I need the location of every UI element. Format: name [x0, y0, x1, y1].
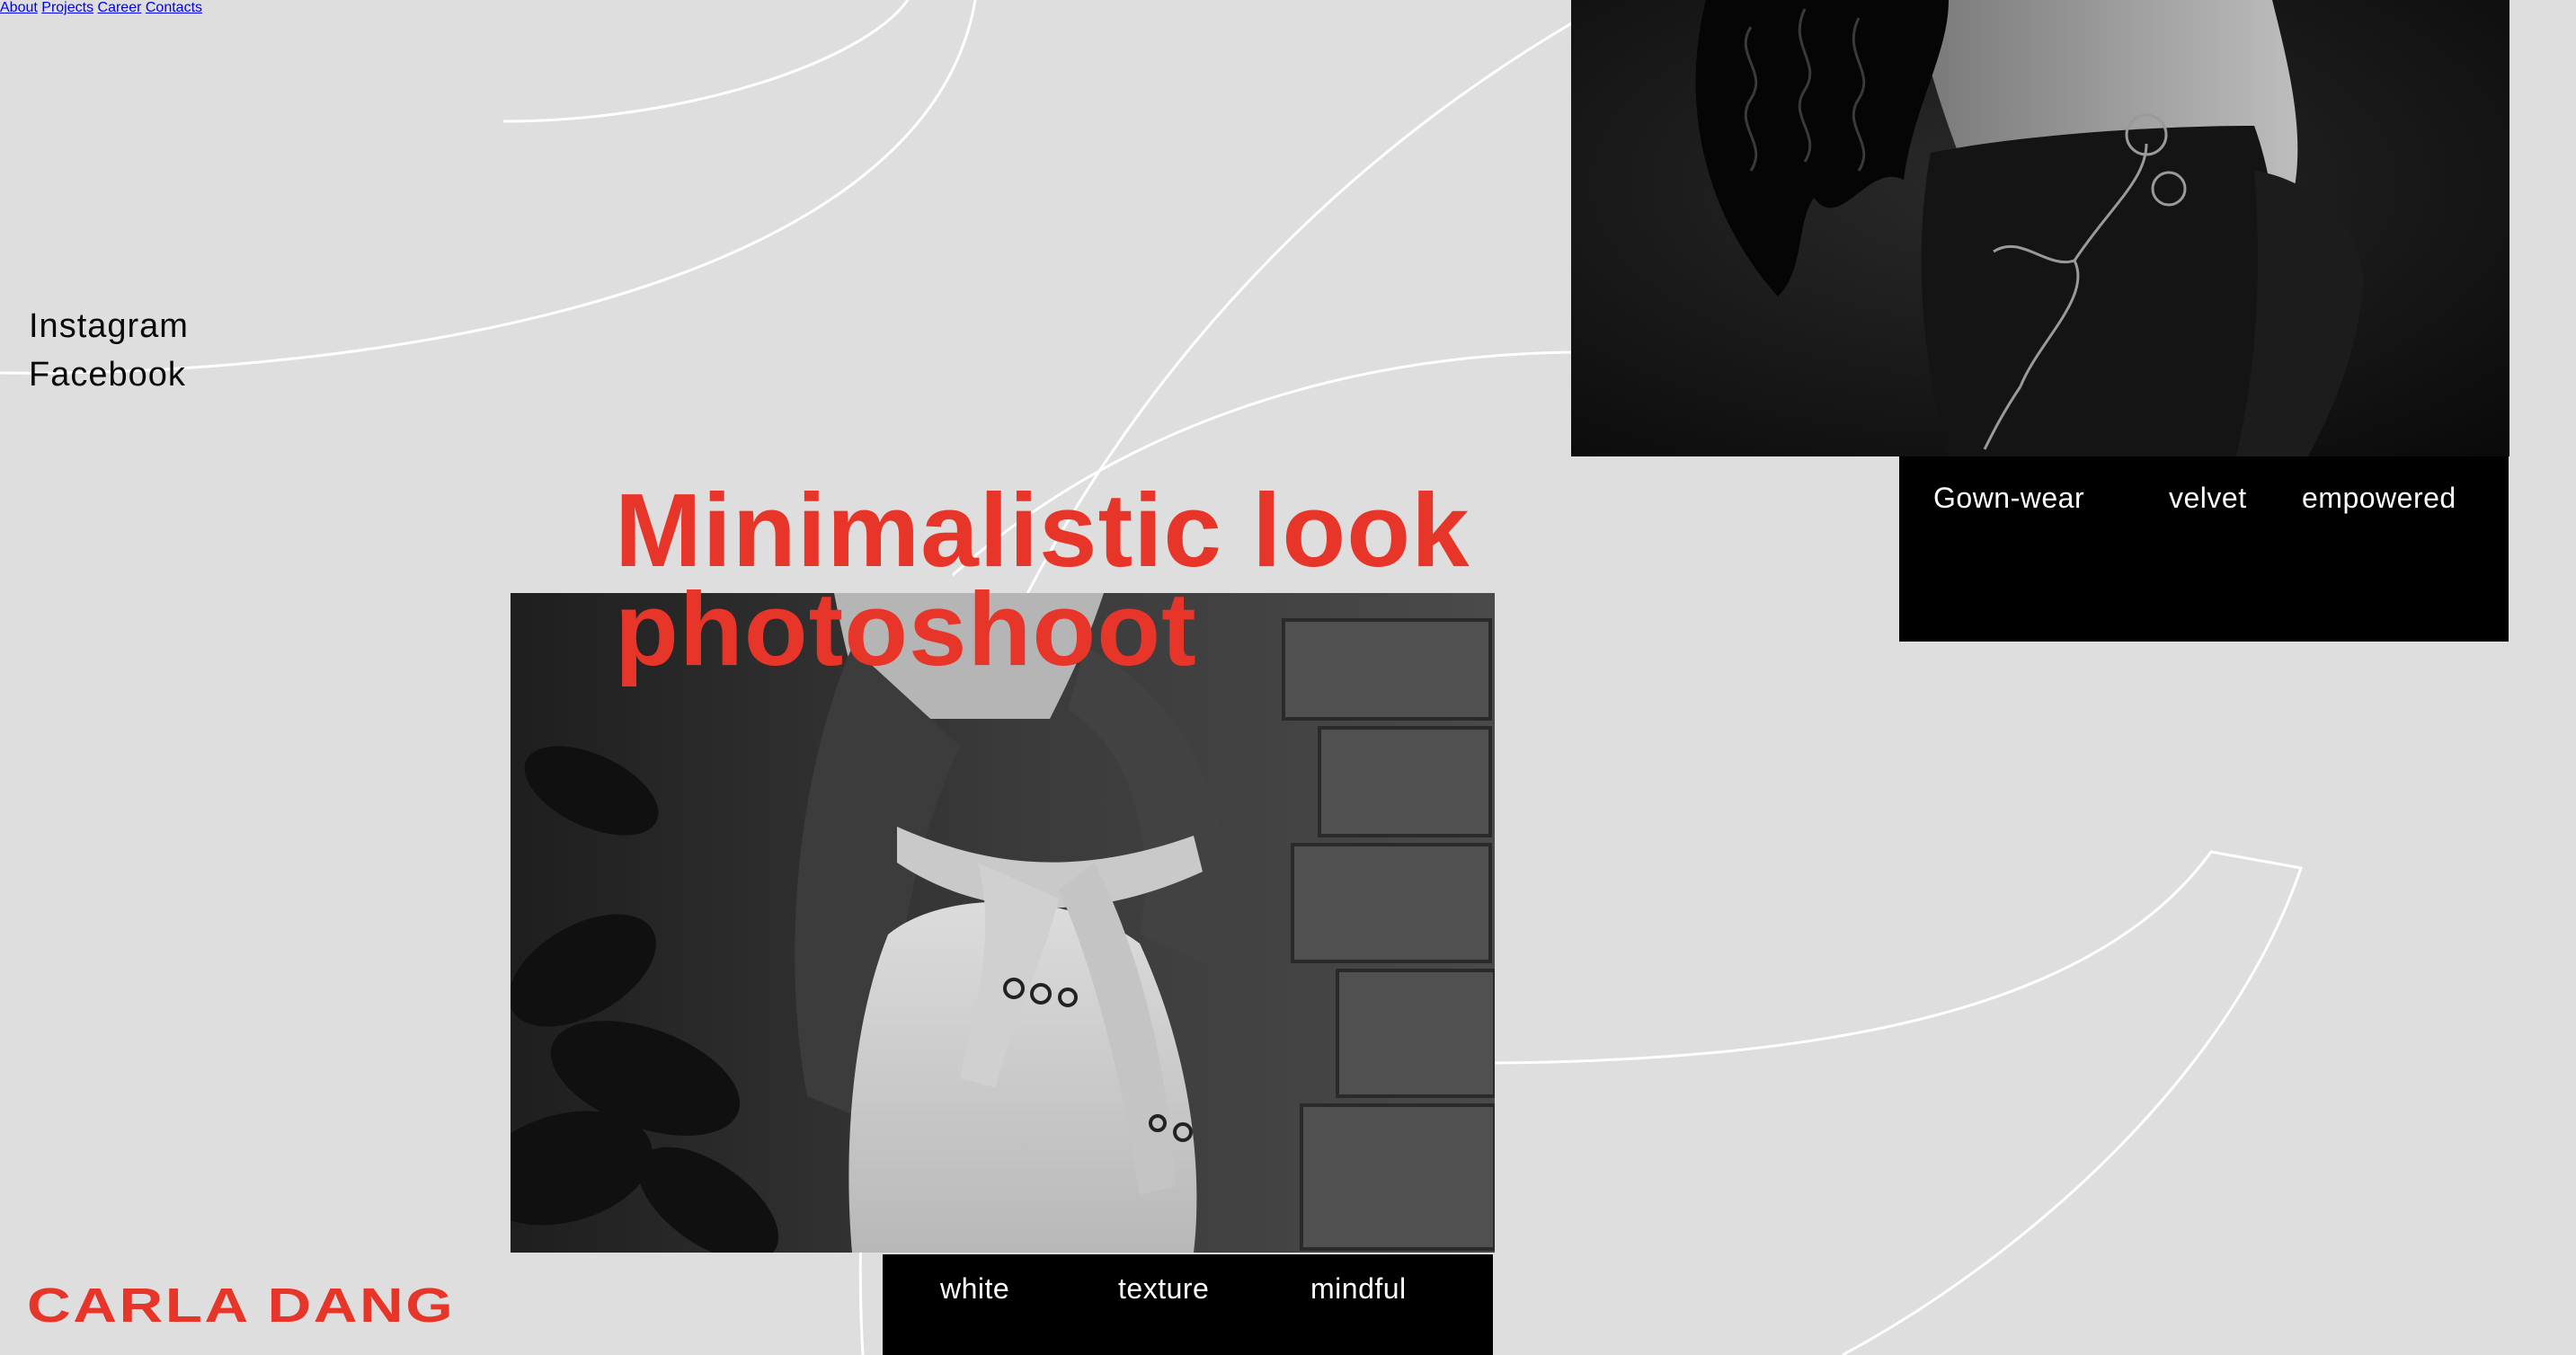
minimalistic-shoot-photo[interactable]: [511, 593, 1495, 1253]
tag-gown-wear[interactable]: Gown-wear: [1933, 482, 2084, 515]
gown-photo-image: [1571, 0, 2509, 456]
tag-white[interactable]: white: [940, 1272, 1009, 1306]
nav-career-link[interactable]: Career: [98, 0, 142, 15]
gown-tags-panel: Gown-wear velvet empowered: [1899, 456, 2509, 642]
shoot-tags-panel: white texture mindful: [883, 1254, 1493, 1355]
nav-about-link[interactable]: About: [0, 0, 38, 15]
nav-contacts-link[interactable]: Contacts: [146, 0, 202, 15]
gown-photo[interactable]: [1571, 0, 2509, 456]
feature-title-line1: Minimalistic look: [615, 472, 1470, 589]
tag-texture[interactable]: texture: [1118, 1272, 1209, 1306]
feature-title[interactable]: Minimalistic look photoshoot: [615, 472, 1470, 687]
nav-projects-link[interactable]: Projects: [41, 0, 93, 15]
instagram-link[interactable]: Instagram: [29, 309, 189, 343]
facebook-link[interactable]: Facebook: [29, 358, 186, 392]
tag-velvet[interactable]: velvet: [2169, 482, 2247, 515]
feature-title-line2: photoshoot: [615, 571, 1197, 687]
tag-empowered[interactable]: empowered: [2302, 482, 2456, 515]
minimalistic-shoot-image: [511, 593, 1495, 1253]
brand-logo[interactable]: CARLA DANG: [27, 1281, 455, 1330]
tag-mindful[interactable]: mindful: [1310, 1272, 1407, 1306]
